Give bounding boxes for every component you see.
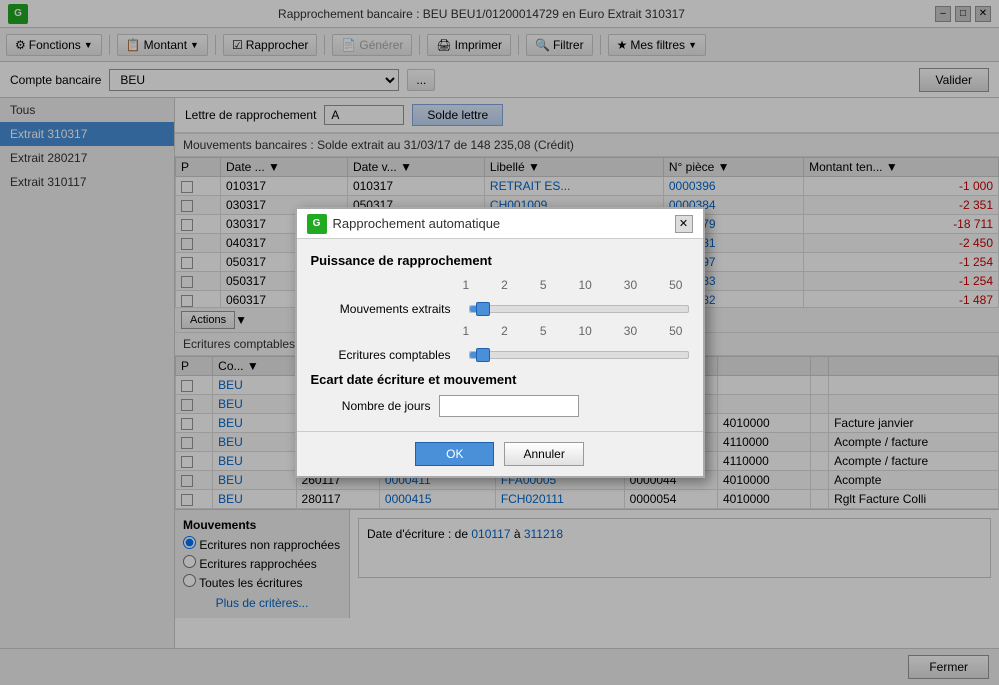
- ecritures-comptables-row: Ecritures comptables: [311, 348, 689, 362]
- ecritures-comptables-slider[interactable]: [469, 351, 689, 359]
- nombre-jours-row: Nombre de jours: [311, 395, 689, 417]
- tick-labels: 1 2 5 10 30 50: [463, 278, 683, 292]
- mouvements-slider-thumb[interactable]: [476, 302, 490, 316]
- modal-footer: OK Annuler: [297, 431, 703, 476]
- modal-titlebar: G Rapprochement automatique ✕: [297, 209, 703, 239]
- modal-power-title: Puissance de rapprochement: [311, 253, 689, 268]
- modal-close-button[interactable]: ✕: [675, 215, 693, 233]
- modal-overlay: G Rapprochement automatique ✕ Puissance …: [0, 0, 999, 685]
- ecritures-slider-thumb[interactable]: [476, 348, 490, 362]
- rapprochement-automatique-dialog: G Rapprochement automatique ✕ Puissance …: [295, 207, 705, 478]
- modal-body: Puissance de rapprochement 1 2 5 10 30 5…: [297, 239, 703, 431]
- ecart-section: Ecart date écriture et mouvement Nombre …: [311, 372, 689, 417]
- mouvements-extraits-row: Mouvements extraits: [311, 302, 689, 316]
- modal-title: Rapprochement automatique: [333, 216, 501, 231]
- nombre-jours-input[interactable]: [439, 395, 579, 417]
- mouvements-extraits-label: Mouvements extraits: [311, 302, 451, 316]
- ecart-title: Ecart date écriture et mouvement: [311, 372, 689, 387]
- ok-button[interactable]: OK: [415, 442, 494, 466]
- ecritures-comptables-label: Ecritures comptables: [311, 348, 451, 362]
- mouvements-extraits-slider[interactable]: [469, 305, 689, 313]
- annuler-button[interactable]: Annuler: [504, 442, 583, 466]
- tick-labels-2: 1 2 5 10 30 50: [463, 324, 683, 338]
- modal-titlebar-left: G Rapprochement automatique: [307, 214, 501, 234]
- modal-logo-icon: G: [307, 214, 327, 234]
- nombre-jours-label: Nombre de jours: [311, 399, 431, 413]
